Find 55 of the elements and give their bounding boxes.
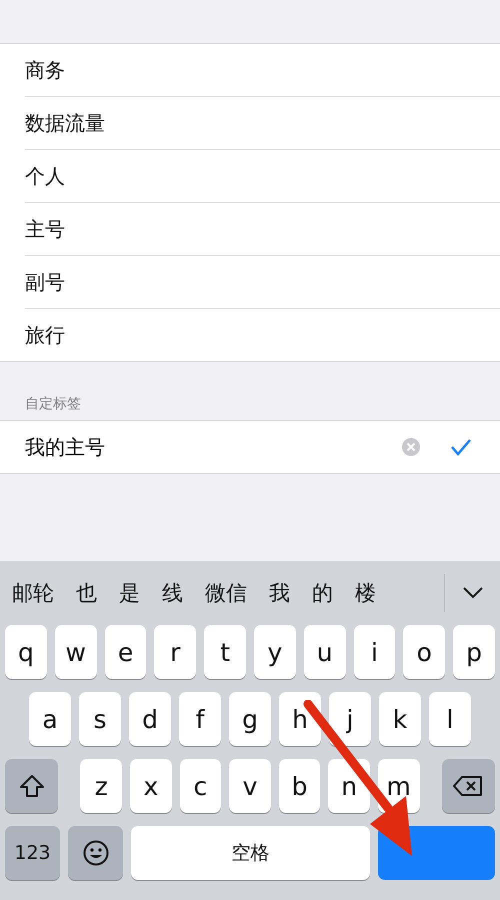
- label-text: 旅行: [25, 322, 65, 348]
- letter-key[interactable]: p: [453, 625, 495, 679]
- candidate-word[interactable]: 是: [119, 579, 140, 607]
- numbers-key[interactable]: 123: [5, 826, 60, 880]
- letter-key[interactable]: w: [54, 625, 97, 679]
- letter-key[interactable]: a: [29, 692, 71, 746]
- candidate-word[interactable]: 楼: [355, 579, 376, 607]
- label-option[interactable]: 商务: [25, 44, 500, 97]
- letter-key[interactable]: f: [179, 692, 221, 746]
- label-option[interactable]: 个人: [25, 150, 500, 203]
- letter-key[interactable]: q: [5, 625, 47, 679]
- letter-key[interactable]: k: [379, 692, 421, 746]
- label-option[interactable]: 数据流量: [25, 97, 500, 150]
- letter-key[interactable]: u: [304, 625, 346, 679]
- letter-key[interactable]: l: [429, 692, 471, 746]
- label-text: 副号: [25, 268, 65, 296]
- letter-key[interactable]: x: [130, 759, 172, 813]
- custom-label-field[interactable]: 我的主号: [0, 421, 500, 474]
- letter-key[interactable]: e: [104, 625, 146, 679]
- backspace-icon: [453, 775, 484, 797]
- letter-key[interactable]: c: [180, 759, 222, 813]
- letter-key[interactable]: o: [403, 625, 446, 679]
- label-text: 数据流量: [25, 110, 105, 136]
- space-key[interactable]: 空格: [131, 826, 370, 880]
- label-option[interactable]: 旅行: [25, 309, 500, 361]
- emoji-icon: [82, 840, 108, 866]
- label-text: 商务: [25, 56, 65, 84]
- letter-key[interactable]: g: [229, 692, 271, 746]
- letter-key[interactable]: b: [278, 759, 320, 813]
- emoji-key[interactable]: [68, 826, 123, 880]
- label-text: 主号: [25, 216, 65, 242]
- letter-key[interactable]: d: [129, 692, 171, 746]
- letter-key[interactable]: h: [279, 692, 321, 746]
- candidate-word[interactable]: 微信: [205, 579, 247, 607]
- letter-key[interactable]: s: [79, 692, 121, 746]
- candidate-word[interactable]: 的: [312, 579, 333, 607]
- backspace-key[interactable]: [442, 759, 495, 813]
- candidate-word[interactable]: 也: [76, 579, 97, 607]
- letter-key[interactable]: t: [204, 625, 246, 679]
- candidate-word[interactable]: 我: [269, 579, 290, 607]
- candidate-word[interactable]: 邮轮: [12, 579, 54, 607]
- candidate-word[interactable]: 线: [162, 579, 183, 607]
- shift-icon: [18, 774, 45, 798]
- letter-key[interactable]: z: [80, 759, 122, 813]
- letter-key[interactable]: j: [329, 692, 371, 746]
- letter-key[interactable]: v: [229, 759, 271, 813]
- label-option[interactable]: 主号: [25, 203, 500, 256]
- letter-key[interactable]: r: [154, 625, 196, 679]
- field-value: 我的主号: [25, 434, 105, 460]
- label-option[interactable]: 副号: [25, 256, 500, 309]
- label-text: 个人: [25, 162, 65, 190]
- letter-key[interactable]: y: [254, 625, 296, 679]
- chevron-down-icon[interactable]: [463, 587, 483, 599]
- letter-key[interactable]: i: [354, 625, 396, 679]
- shift-key[interactable]: [5, 759, 58, 813]
